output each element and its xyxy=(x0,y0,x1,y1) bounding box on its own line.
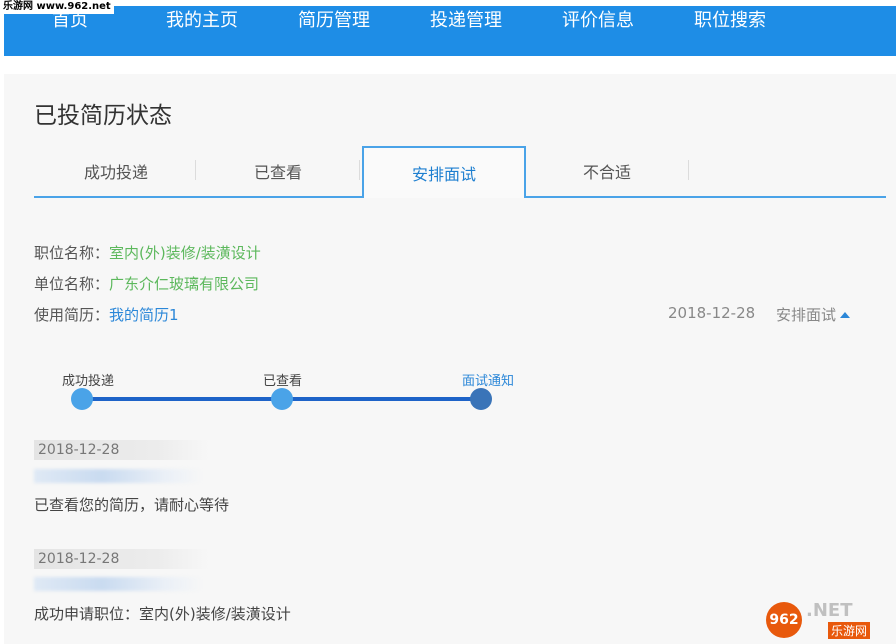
nav-reviews[interactable]: 评价信息 xyxy=(562,0,634,46)
resume-link[interactable]: 我的简历1 xyxy=(109,306,179,324)
step-label-interview: 面试通知 xyxy=(462,374,515,389)
tab-submitted[interactable]: 成功投递 xyxy=(34,146,198,198)
step-dot-viewed xyxy=(271,388,293,410)
nav-my-homepage[interactable]: 我的主页 xyxy=(166,0,238,46)
resume-label: 使用简历： xyxy=(34,306,110,324)
company-link[interactable]: 广东介仁玻璃有限公司 xyxy=(109,275,259,293)
watermark-top: 乐游网 www.962.net xyxy=(0,0,114,14)
log-text: 成功申请职位：室内(外)装修/装潢设计 xyxy=(34,605,291,623)
position-link[interactable]: 室内(外)装修/装潢设计 xyxy=(109,244,261,262)
page-title: 已投简历状态 xyxy=(34,103,172,129)
caret-up-icon xyxy=(840,312,851,318)
status-toggle[interactable]: 安排面试 xyxy=(776,304,851,325)
step-dot-submitted xyxy=(71,388,93,410)
nav-job-search[interactable]: 职位搜索 xyxy=(694,0,766,46)
resume-status-panel: 已投简历状态 成功投递 已查看 安排面试 不合适 职位名称：室内(外)装修/装潢… xyxy=(4,74,896,644)
watermark-net: .NET xyxy=(806,600,853,621)
status-label: 安排面试 xyxy=(776,306,837,324)
watermark-sub: 乐游网 xyxy=(828,622,871,639)
blurred-content xyxy=(34,577,204,591)
log-date: 2018-12-28 xyxy=(34,549,209,569)
watermark-logo: 962 .NET 乐游网 xyxy=(766,600,890,640)
step-label-submitted: 成功投递 xyxy=(62,374,115,389)
tab-viewed[interactable]: 已查看 xyxy=(196,146,360,198)
tab-divider xyxy=(688,160,689,180)
tab-interview-scheduled[interactable]: 安排面试 xyxy=(362,146,526,198)
position-row: 职位名称：室内(外)装修/装潢设计 xyxy=(34,242,261,263)
company-label: 单位名称： xyxy=(34,275,110,293)
nav-application-management[interactable]: 投递管理 xyxy=(430,0,502,46)
top-navbar: 首页 我的主页 简历管理 投递管理 评价信息 职位搜索 xyxy=(4,6,896,56)
company-row: 单位名称：广东介仁玻璃有限公司 xyxy=(34,273,259,294)
tab-unsuitable[interactable]: 不合适 xyxy=(525,146,689,198)
log-date: 2018-12-28 xyxy=(34,440,209,460)
log-text: 已查看您的简历，请耐心等待 xyxy=(34,496,230,514)
position-label: 职位名称： xyxy=(34,244,110,262)
step-label-viewed: 已查看 xyxy=(263,374,303,389)
status-tabs: 成功投递 已查看 安排面试 不合适 xyxy=(4,146,886,198)
step-dot-interview xyxy=(470,388,492,410)
blurred-content xyxy=(34,469,204,483)
status-date: 2018-12-28 xyxy=(668,304,756,322)
nav-resume-management[interactable]: 简历管理 xyxy=(298,0,370,46)
tab-divider xyxy=(359,160,360,180)
resume-row: 使用简历：我的简历1 xyxy=(34,304,179,325)
watermark-badge: 962 xyxy=(766,602,802,638)
